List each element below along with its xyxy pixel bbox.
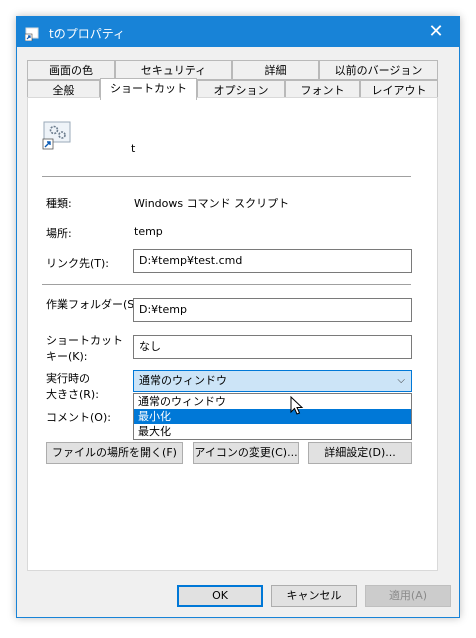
run-label-line2: 大きさ(R): bbox=[46, 388, 99, 401]
close-button[interactable]: ✕ bbox=[413, 17, 459, 47]
shortcut-icon bbox=[25, 27, 39, 41]
window-title: tのプロパティ bbox=[49, 27, 125, 41]
tab-previous-versions[interactable]: 以前のバージョン bbox=[319, 60, 438, 80]
startin-label: 作業フォルダー(S): bbox=[46, 298, 143, 311]
dropdown-option-normal[interactable]: 通常のウィンドウ bbox=[134, 394, 411, 409]
location-value: temp bbox=[134, 225, 163, 238]
divider bbox=[42, 284, 411, 285]
run-size-selected-value: 通常のウィンドウ bbox=[139, 374, 227, 387]
apply-button[interactable]: 適用(A) bbox=[365, 585, 451, 607]
tab-shortcut[interactable]: ショートカット bbox=[100, 78, 197, 100]
startin-field[interactable]: D:¥temp bbox=[133, 298, 412, 322]
tab-colors[interactable]: 画面の色 bbox=[27, 60, 115, 80]
chevron-down-icon: ⌵ bbox=[397, 375, 405, 386]
open-file-location-button[interactable]: ファイルの場所を開く(F) bbox=[46, 442, 183, 464]
location-label: 場所: bbox=[46, 227, 72, 240]
divider bbox=[42, 176, 411, 177]
shortcut-name: t bbox=[131, 142, 136, 155]
mouse-cursor-icon bbox=[290, 396, 304, 415]
type-value: Windows コマンド スクリプト bbox=[134, 197, 290, 210]
type-label: 種類: bbox=[46, 197, 72, 210]
change-icon-button[interactable]: アイコンの変更(C)... bbox=[193, 442, 299, 464]
target-field[interactable]: D:¥temp¥test.cmd bbox=[133, 249, 412, 273]
advanced-button[interactable]: 詳細設定(D)... bbox=[308, 442, 412, 464]
title-bar[interactable]: tのプロパティ ✕ bbox=[17, 17, 459, 47]
run-size-dropdown: 通常のウィンドウ 最小化 最大化 bbox=[133, 393, 412, 440]
hotkey-label-line2: キー(K): bbox=[46, 350, 88, 363]
script-file-icon bbox=[42, 121, 71, 150]
dropdown-option-minimized[interactable]: 最小化 bbox=[134, 409, 411, 424]
comment-label: コメント(O): bbox=[46, 411, 111, 424]
cancel-button[interactable]: キャンセル bbox=[271, 585, 357, 607]
run-size-select[interactable]: 通常のウィンドウ ⌵ bbox=[133, 370, 412, 392]
tab-security[interactable]: セキュリティ bbox=[115, 60, 232, 80]
dropdown-option-maximized[interactable]: 最大化 bbox=[134, 424, 411, 439]
run-label-line1: 実行時の bbox=[46, 372, 90, 385]
shortcut-panel: t 種類: Windows コマンド スクリプト 場所: temp リンク先(T… bbox=[27, 97, 438, 571]
properties-dialog: tのプロパティ ✕ 画面の色 セキュリティ 詳細 以前のバージョン 全般 ショー… bbox=[16, 16, 460, 618]
hotkey-field[interactable]: なし bbox=[133, 335, 412, 359]
ok-button[interactable]: OK bbox=[177, 585, 263, 607]
tab-details[interactable]: 詳細 bbox=[232, 60, 319, 80]
target-label: リンク先(T): bbox=[46, 257, 110, 270]
hotkey-label-line1: ショートカット bbox=[46, 334, 123, 347]
